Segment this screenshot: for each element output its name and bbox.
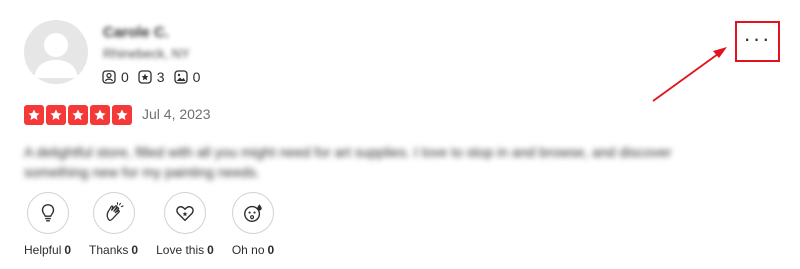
review-star-icon [138,70,152,84]
thanks-button[interactable] [92,192,135,234]
reviews-stat: 3 [138,69,165,85]
photo-icon [173,70,188,84]
heart-icon [176,206,194,222]
user-silhouette-icon [34,33,78,78]
oh-no-face-icon [244,204,262,222]
helpful-label: Helpful [24,243,62,257]
reaction-thanks: Thanks 0 [89,192,138,257]
thanks-count: 0 [131,243,139,257]
reaction-love-this: Love this 0 [156,192,214,257]
more-options-icon: ··· [743,25,772,51]
friends-count: 0 [121,69,129,85]
user-stats: 0 3 0 [102,69,209,85]
helpful-button[interactable] [26,192,69,234]
helpful-count: 0 [64,243,72,257]
love-this-button[interactable] [163,192,206,234]
thanks-label: Thanks [89,243,129,257]
star-icon [112,105,132,125]
reaction-oh-no: Oh no 0 [232,192,274,257]
oh-no-label: Oh no [231,243,265,257]
reaction-helpful: Helpful 0 [24,192,71,257]
star-icon [46,105,66,125]
user-location: Rhinebeck, NY [103,46,190,61]
star-icon [24,105,44,125]
friends-icon [102,70,116,84]
photos-count: 0 [192,69,201,85]
love-this-label: Love this [156,243,205,257]
avatar[interactable] [24,20,88,84]
star-icon [90,105,110,125]
love-this-count: 0 [207,243,214,257]
reaction-bar: Helpful 0 Thanks 0 Love this 0 Oh no 0 [24,192,292,257]
oh-no-button[interactable] [232,192,274,234]
lightbulb-icon [41,204,54,222]
user-name[interactable]: Carole C. [103,24,169,41]
star-icon [68,105,88,125]
oh-no-count: 0 [267,243,275,257]
review-date: Jul 4, 2023 [142,106,211,122]
review-text: A delightful store, filled with all you … [24,144,672,180]
clapping-hands-icon [106,202,124,222]
reviews-count: 3 [156,69,165,85]
photos-stat: 0 [173,69,201,85]
more-options-button[interactable]: ··· [735,21,780,62]
star-rating [24,105,134,125]
friends-stat: 0 [102,69,129,85]
